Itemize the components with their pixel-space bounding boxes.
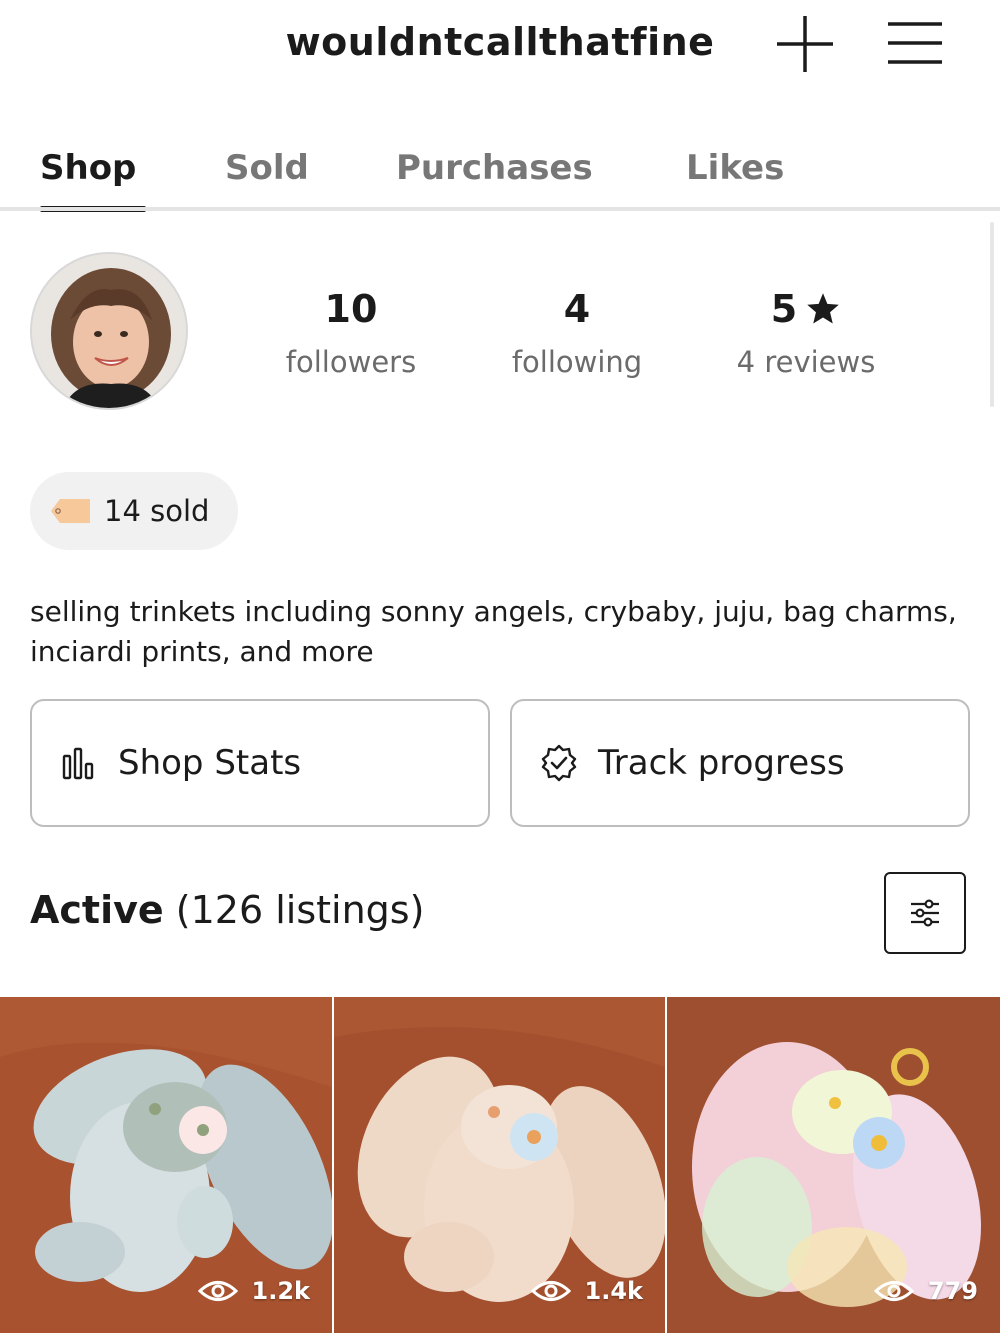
- view-count: 779: [873, 1277, 978, 1305]
- reviews-label: 4 reviews: [736, 345, 876, 379]
- top-bar: wouldntcallthatfine: [0, 0, 1000, 100]
- price-tag-icon: [51, 499, 90, 523]
- view-count-text: 779: [927, 1277, 978, 1305]
- shop-username: wouldntcallthatfine: [285, 20, 715, 64]
- filter-button[interactable]: [884, 872, 966, 954]
- following-stat[interactable]: 4 following: [462, 285, 692, 379]
- followers-stat[interactable]: 10 followers: [236, 285, 466, 379]
- listing-card[interactable]: 1.2k: [0, 997, 332, 1333]
- shop-stats-label: Shop Stats: [118, 743, 302, 783]
- followers-count: 10: [324, 287, 378, 331]
- menu-icon[interactable]: [886, 20, 944, 66]
- active-listings-heading: Active (126 listings): [30, 888, 424, 932]
- tab-likes[interactable]: Likes: [686, 148, 784, 188]
- view-count: 1.4k: [530, 1277, 643, 1305]
- bar-chart-icon: [62, 747, 94, 780]
- active-count: (126 listings): [175, 888, 425, 932]
- following-count: 4: [563, 287, 591, 331]
- eye-icon: [197, 1281, 238, 1301]
- rating-number: 5: [770, 287, 798, 331]
- sold-count-text: 14 sold: [104, 494, 210, 528]
- tab-shop[interactable]: Shop: [40, 148, 136, 188]
- star-icon: [807, 293, 839, 324]
- view-count: 1.2k: [197, 1277, 310, 1305]
- verified-badge-icon: [541, 744, 577, 782]
- avatar[interactable]: [30, 252, 188, 410]
- listing-card[interactable]: 1.4k: [334, 997, 665, 1333]
- profile-tabs: Shop Sold Purchases Likes: [0, 148, 1000, 212]
- tabs-divider: [0, 207, 1000, 211]
- active-title: Active: [30, 888, 164, 932]
- scrollbar[interactable]: [990, 222, 994, 407]
- track-progress-label: Track progress: [598, 743, 845, 783]
- track-progress-button[interactable]: Track progress: [510, 699, 970, 827]
- tab-sold[interactable]: Sold: [225, 148, 309, 188]
- tab-purchases[interactable]: Purchases: [396, 148, 593, 188]
- shop-bio: selling trinkets including sonny angels,…: [30, 595, 957, 668]
- followers-label: followers: [285, 345, 417, 379]
- sliders-icon: [911, 899, 939, 927]
- eye-icon: [530, 1281, 571, 1301]
- listing-card[interactable]: 779: [667, 997, 1000, 1333]
- reviews-stat[interactable]: 5 4 reviews: [691, 285, 921, 379]
- plus-icon[interactable]: [773, 12, 837, 76]
- view-count-text: 1.2k: [251, 1277, 310, 1305]
- following-label: following: [511, 345, 643, 379]
- sold-count-badge[interactable]: 14 sold: [30, 472, 238, 550]
- shop-stats-button[interactable]: Shop Stats: [30, 699, 490, 827]
- rating-value: 5: [691, 285, 921, 333]
- eye-icon: [873, 1281, 914, 1301]
- avatar-photo: [32, 254, 186, 408]
- view-count-text: 1.4k: [584, 1277, 643, 1305]
